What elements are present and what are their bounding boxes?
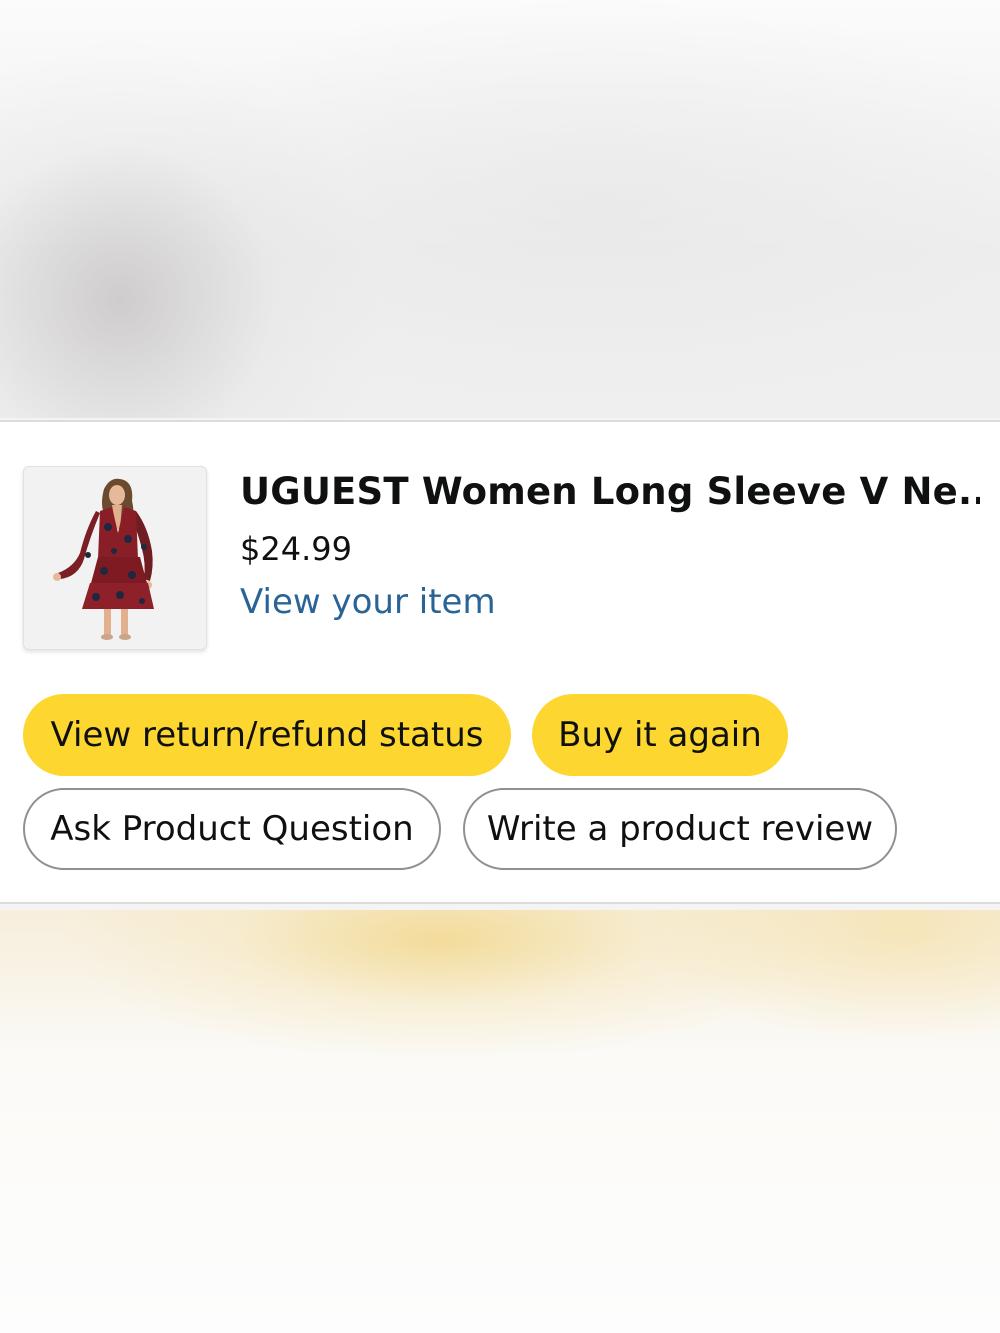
dress-product-image <box>53 478 154 640</box>
buy-it-again-button[interactable]: Buy it again <box>532 694 788 776</box>
view-return-refund-status-button[interactable]: View return/refund status <box>23 694 511 776</box>
write-product-review-label: Write a product review <box>486 809 874 849</box>
product-thumbnail[interactable] <box>23 466 207 650</box>
product-price: $24.99 <box>240 530 352 568</box>
buy-it-again-label: Buy it again <box>558 715 762 755</box>
ask-product-question-label: Ask Product Question <box>50 809 414 849</box>
ask-product-question-button[interactable]: Ask Product Question <box>23 788 441 870</box>
order-item-card: UGUEST Women Long Sleeve V Ne... $24.99 … <box>0 420 1000 904</box>
product-title[interactable]: UGUEST Women Long Sleeve V Ne... <box>240 470 980 513</box>
view-your-item-link[interactable]: View your item <box>240 582 496 622</box>
blurred-background-top <box>0 0 1000 418</box>
view-return-refund-status-label: View return/refund status <box>50 715 484 755</box>
blurred-background-bottom <box>0 910 1000 1333</box>
write-product-review-button[interactable]: Write a product review <box>463 788 897 870</box>
